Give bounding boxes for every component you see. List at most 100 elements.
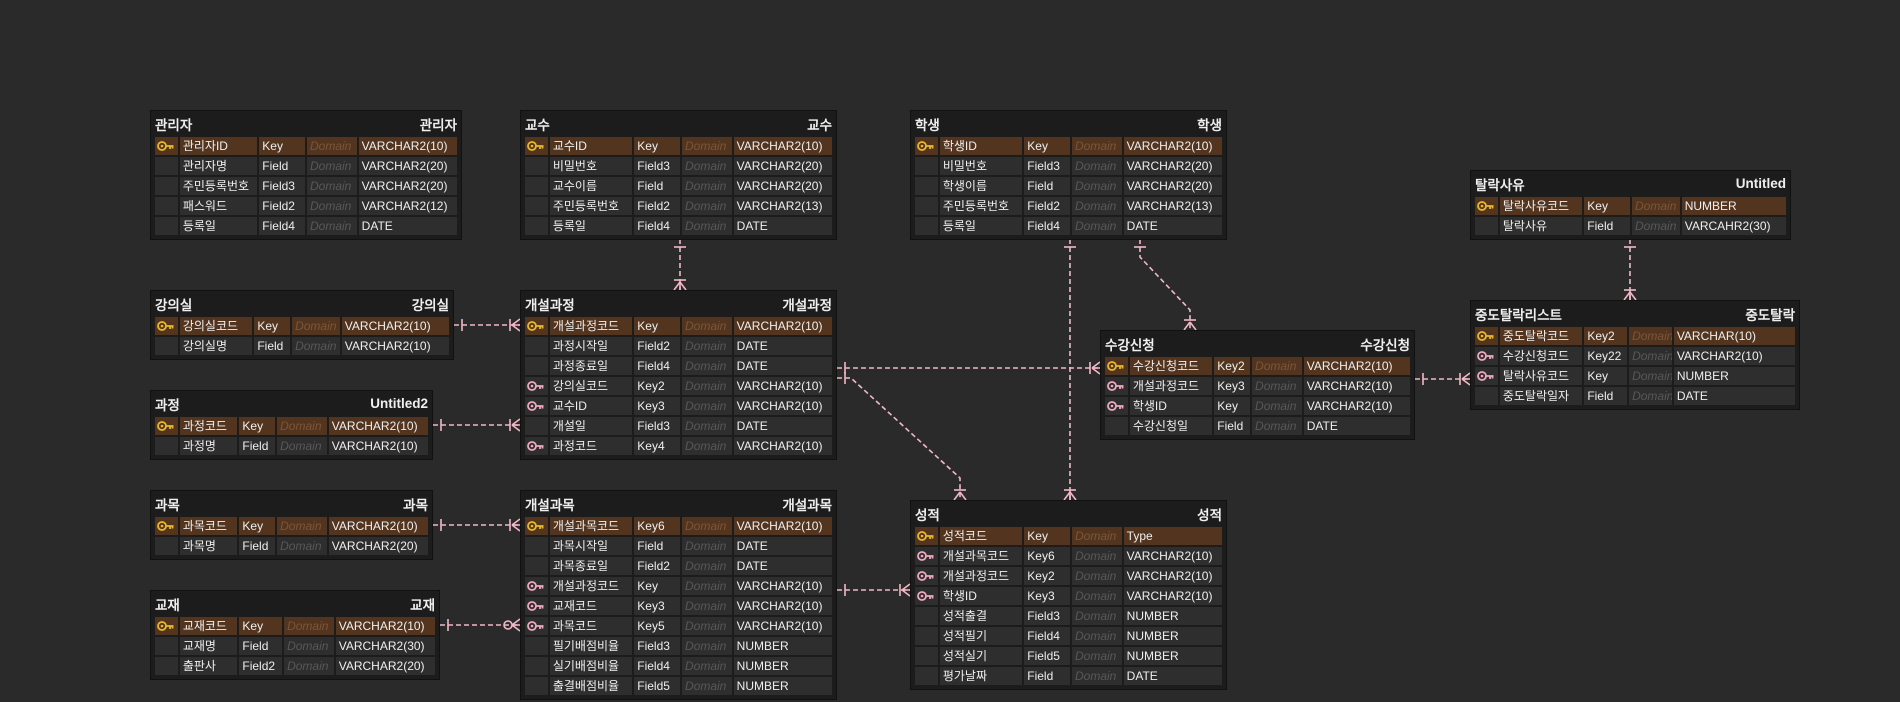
attribute-row[interactable]: 과정코드 Key Domain VARCHAR2(10) [154,416,429,436]
entity-student[interactable]: 학생 학생 학생ID Key Domain VARCHAR2(10) 비밀번호 Field3 D… [910,110,1227,240]
attribute-type: VARCHAR2(10) [732,616,833,636]
attribute-row[interactable]: 주민등록번호 Field2 Domain VARCHAR2(13) [914,196,1223,216]
attribute-row[interactable]: 과목명 Field Domain VARCHAR2(20) [154,536,429,556]
entity-opencourse[interactable]: 개설과정 개설과정 개설과정코드 Key Domain VARCHAR2(10) 과정시작일… [520,290,837,460]
entity-subject[interactable]: 과목 과목 과목코드 Key Domain VARCHAR2(10) 과목명 Field Dom… [150,490,433,560]
attribute-row[interactable]: 관리자ID Key Domain VARCHAR2(10) [154,136,458,156]
attribute-row[interactable]: 교수ID Key Domain VARCHAR2(10) [524,136,833,156]
attribute-domain: Domain [1070,176,1123,196]
icon-cell [154,176,179,196]
attribute-row[interactable]: 과목종료일 Field2 Domain DATE [524,556,833,576]
attribute-row[interactable]: 비밀번호 Field3 Domain VARCHAR2(20) [914,156,1223,176]
attribute-row[interactable]: 등록일 Field4 Domain DATE [524,216,833,236]
attribute-row[interactable]: 학생ID Key3 Domain VARCHAR2(10) [914,586,1223,606]
entity-header: 수강신청 수강신청 [1101,331,1414,356]
attribute-row[interactable]: 수강신청코드 Key2 Domain VARCHAR2(10) [1104,356,1411,376]
attribute-key: Field2 [238,656,284,676]
attribute-row[interactable]: 학생이름 Field Domain VARCHAR2(20) [914,176,1223,196]
attribute-domain: Domain [680,636,733,656]
attribute-row[interactable]: 주민등록번호 Field3 Domain VARCHAR2(20) [154,176,458,196]
entity-professor[interactable]: 교수 교수 교수ID Key Domain VARCHAR2(10) 비밀번호 Field3 D… [520,110,837,240]
entity-textbook[interactable]: 교재 교재 교재코드 Key Domain VARCHAR2(10) 교재명 Field Dom… [150,590,440,680]
attribute-row[interactable]: 과목코드 Key Domain VARCHAR2(10) [154,516,429,536]
attribute-row[interactable]: 개설과목코드 Key6 Domain VARCHAR2(10) [524,516,833,536]
attribute-row[interactable]: 개설과정코드 Key Domain VARCHAR2(10) [524,576,833,596]
entity-grade[interactable]: 성적 성적 성적코드 Key Domain Type 개설과목코드 Key6 Domain VAR… [910,500,1227,690]
attribute-type: VARCHAR2(10) [732,396,833,416]
entity-header: 학생 학생 [911,111,1226,136]
entity-dropreason[interactable]: 탈락사유 Untitled 탈락사유코드 Key Domain NUMBER 탈락사유 Fie… [1470,170,1791,240]
attribute-row[interactable]: 평가날짜 Field Domain DATE [914,666,1223,686]
attribute-key: Field2 [633,556,681,576]
attribute-row[interactable]: 등록일 Field4 Domain DATE [154,216,458,236]
attribute-row[interactable]: 개설과목코드 Key6 Domain VARCHAR2(10) [914,546,1223,566]
attribute-row[interactable]: 성적코드 Key Domain Type [914,526,1223,546]
attribute-row[interactable]: 교수이름 Field Domain VARCHAR2(20) [524,176,833,196]
attribute-row[interactable]: 개설일 Field3 Domain DATE [524,416,833,436]
attribute-key: Field [238,536,277,556]
attribute-name: 개설과정코드 [938,566,1024,586]
attribute-row[interactable]: 개설과정코드 Key2 Domain VARCHAR2(10) [914,566,1223,586]
foreign-key-icon [914,586,939,606]
attribute-row[interactable]: 과목코드 Key5 Domain VARCHAR2(10) [524,616,833,636]
attribute-row[interactable]: 성적필기 Field4 Domain NUMBER [914,626,1223,646]
attribute-row[interactable]: 교재코드 Key Domain VARCHAR2(10) [154,616,436,636]
attribute-row[interactable]: 필기배점비율 Field3 Domain NUMBER [524,636,833,656]
entity-dropout[interactable]: 중도탈락리스트 중도탈락 중도탈락코드 Key2 Domain VARCHAR(10) 수강… [1470,300,1800,410]
attribute-row[interactable]: 관리자명 Field Domain VARCHAR2(20) [154,156,458,176]
entity-alias: 과목 [403,497,428,513]
attribute-row[interactable]: 탈락사유코드 Key Domain NUMBER [1474,366,1797,386]
foreign-key-icon [1474,346,1499,366]
attribute-row[interactable]: 과정종료일 Field4 Domain DATE [524,356,833,376]
attribute-row[interactable]: 등록일 Field4 Domain DATE [914,216,1223,236]
attribute-name: 강의실코드 [548,376,634,396]
entity-enroll[interactable]: 수강신청 수강신청 수강신청코드 Key2 Domain VARCHAR2(10) 개설과정… [1100,330,1415,440]
attribute-row[interactable]: 강의실명 Field Domain VARCHAR2(10) [154,336,451,356]
attribute-row[interactable]: 패스워드 Field2 Domain VARCHAR2(12) [154,196,458,216]
attribute-name: 과정코드 [178,416,239,436]
foreign-key-icon [524,436,549,456]
attribute-row[interactable]: 교재코드 Key3 Domain VARCHAR2(10) [524,596,833,616]
attribute-row[interactable]: 중도탈락코드 Key2 Domain VARCHAR(10) [1474,326,1797,346]
attribute-row[interactable]: 개설과정코드 Key3 Domain VARCHAR2(10) [1104,376,1411,396]
attribute-row[interactable]: 비밀번호 Field3 Domain VARCHAR2(20) [524,156,833,176]
attribute-row[interactable]: 교재명 Field Domain VARCHAR2(30) [154,636,436,656]
attribute-name: 주민등록번호 [548,196,634,216]
attribute-name: 개설과정코드 [548,576,634,596]
attribute-row[interactable]: 출결배점비율 Field5 Domain NUMBER [524,676,833,696]
primary-key-icon [1474,326,1499,346]
attribute-row[interactable]: 실기배점비율 Field4 Domain NUMBER [524,656,833,676]
attribute-row[interactable]: 출판사 Field2 Domain VARCHAR2(20) [154,656,436,676]
attribute-row[interactable]: 과목시작일 Field Domain DATE [524,536,833,556]
attribute-row[interactable]: 수강신청코드 Key22 Domain VARCHAR2(10) [1474,346,1797,366]
attribute-type: VARCHAR2(10) [1302,356,1411,376]
attribute-row[interactable]: 주민등록번호 Field2 Domain VARCHAR2(13) [524,196,833,216]
attribute-type: DATE [1302,416,1411,436]
attribute-row[interactable]: 학생ID Key Domain VARCHAR2(10) [1104,396,1411,416]
attribute-domain: Domain [1628,346,1673,366]
entity-opensubject[interactable]: 개설과목 개설과목 개설과목코드 Key6 Domain VARCHAR2(10) 과목시작… [520,490,837,700]
attribute-row[interactable]: 과정명 Field Domain VARCHAR2(10) [154,436,429,456]
attribute-key: Key2 [1023,566,1071,586]
attribute-row[interactable]: 교수ID Key3 Domain VARCHAR2(10) [524,396,833,416]
attribute-row[interactable]: 중도탈락일자 Field Domain DATE [1474,386,1797,406]
attribute-domain: Domain [306,176,358,196]
attribute-name: 개설일 [548,416,634,436]
attribute-type: DATE [732,556,833,576]
entity-admin[interactable]: 관리자 관리자 관리자ID Key Domain VARCHAR2(10) 관리자명 Fiel… [150,110,462,240]
attribute-row[interactable]: 성적실기 Field5 Domain NUMBER [914,646,1223,666]
attribute-row[interactable]: 개설과정코드 Key Domain VARCHAR2(10) [524,316,833,336]
entity-room[interactable]: 강의실 강의실 강의실코드 Key Domain VARCHAR2(10) 강의실명 Fiel… [150,290,454,360]
attribute-row[interactable]: 강의실코드 Key2 Domain VARCHAR2(10) [524,376,833,396]
attribute-row[interactable]: 학생ID Key Domain VARCHAR2(10) [914,136,1223,156]
attribute-row[interactable]: 수강신청일 Field Domain DATE [1104,416,1411,436]
attribute-row[interactable]: 과정코드 Key4 Domain VARCHAR2(10) [524,436,833,456]
attribute-row[interactable]: 탈락사유 Field Domain VARCAHR2(30) [1474,216,1788,236]
attribute-row[interactable]: 성적출결 Field3 Domain NUMBER [914,606,1223,626]
entity-course[interactable]: 과정 Untitled2 과정코드 Key Domain VARCHAR2(10) 과정명 F… [150,390,433,460]
attribute-type: VARCHAR2(12) [357,196,458,216]
attribute-name: 등록일 [938,216,1024,236]
attribute-row[interactable]: 강의실코드 Key Domain VARCHAR2(10) [154,316,451,336]
attribute-row[interactable]: 과정시작일 Field2 Domain DATE [524,336,833,356]
attribute-row[interactable]: 탈락사유코드 Key Domain NUMBER [1474,196,1788,216]
